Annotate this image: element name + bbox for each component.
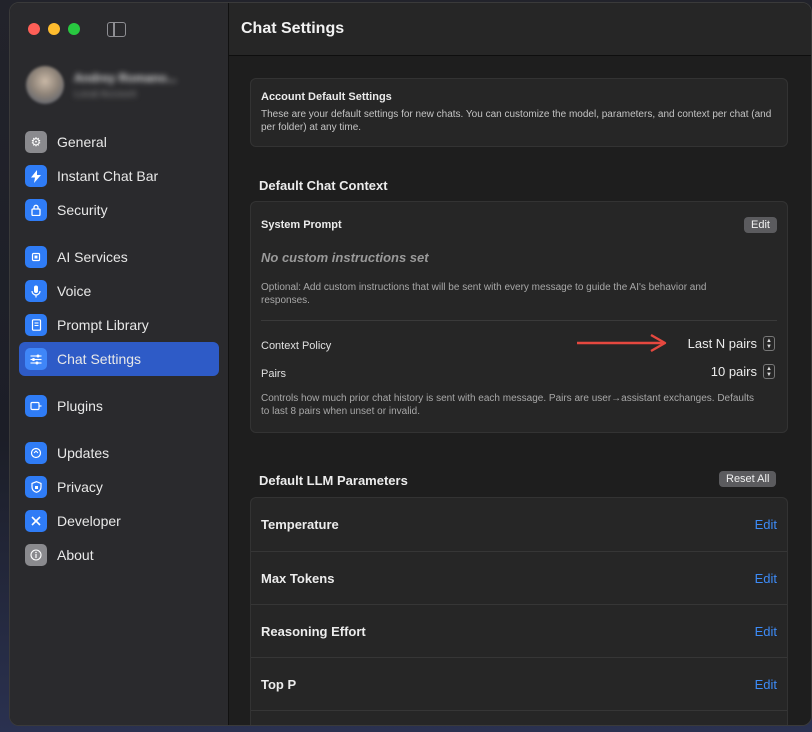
temperature-edit-link[interactable]: Edit: [755, 517, 777, 532]
bolt-icon: [25, 165, 47, 187]
param-row-temperature: Temperature Edit: [251, 498, 787, 551]
chat-context-card: System Prompt Edit No custom instruction…: [250, 201, 788, 433]
sidebar-item-chat-settings[interactable]: Chat Settings: [19, 342, 219, 376]
param-name: Temperature: [261, 517, 339, 532]
zoom-window-button[interactable]: [68, 23, 80, 35]
shield-icon: [25, 476, 47, 498]
pairs-stepper[interactable]: 10 pairs ▲ ▼: [711, 364, 775, 379]
context-policy-select[interactable]: Last N pairs ▲ ▼: [688, 336, 775, 351]
titlebar: Chat Settings: [229, 3, 811, 56]
pairs-label: Pairs: [261, 368, 287, 380]
llm-params-card: Temperature Edit Max Tokens Edit Reasoni…: [250, 497, 788, 725]
book-icon: [25, 314, 47, 336]
param-name: Max Tokens: [261, 570, 335, 586]
account-defaults-title: Account Default Settings: [261, 91, 392, 103]
sidebar-item-label: Prompt Library: [57, 317, 149, 333]
param-row-max-tokens: Max Tokens Edit: [251, 551, 787, 604]
account-defaults-card: Account Default Settings These are your …: [250, 78, 788, 147]
lock-icon: [25, 199, 47, 221]
context-policy-value: Last N pairs: [687, 336, 757, 351]
gear-icon: ⚙: [25, 131, 47, 153]
system-prompt-label: System Prompt: [261, 219, 342, 231]
minimize-window-button[interactable]: [48, 23, 60, 35]
reset-all-button[interactable]: Reset All: [719, 471, 777, 487]
account-defaults-description: These are your default settings for new …: [261, 109, 772, 133]
refresh-icon: [25, 442, 47, 464]
param-row-partial: [251, 710, 787, 725]
sidebar-item-general[interactable]: ⚙ General: [19, 125, 219, 159]
param-row-reasoning-effort: Reasoning Effort Edit: [251, 604, 787, 657]
sidebar-item-label: General: [57, 134, 107, 150]
page-title: Chat Settings: [241, 20, 345, 37]
avatar: [26, 66, 64, 104]
window-controls: [28, 23, 80, 35]
system-prompt-edit-button[interactable]: Edit: [744, 217, 777, 233]
no-instructions-text: No custom instructions set: [261, 250, 429, 265]
sidebar-toggle-icon[interactable]: [107, 22, 126, 37]
llm-params-heading: Default LLM Parameters: [259, 473, 408, 488]
sidebar-item-plugins[interactable]: Plugins: [19, 389, 219, 423]
chip-icon: [25, 246, 47, 268]
profile-subtitle: Local Account: [74, 88, 137, 100]
sidebar: Andrey Romano... Local Account ⚙ General…: [10, 3, 229, 725]
sidebar-item-label: Developer: [57, 513, 121, 529]
sidebar-item-label: About: [57, 547, 94, 563]
sidebar-item-label: Privacy: [57, 479, 103, 495]
close-window-button[interactable]: [28, 23, 40, 35]
pairs-value: 10 pairs: [710, 364, 757, 379]
plug-icon: [25, 395, 47, 417]
tools-icon: [25, 510, 47, 532]
sliders-icon: [25, 348, 47, 370]
max-tokens-edit-link[interactable]: Edit: [755, 571, 777, 586]
sidebar-item-updates[interactable]: Updates: [19, 436, 219, 470]
sidebar-item-instant-chat-bar[interactable]: Instant Chat Bar: [19, 159, 219, 193]
sidebar-item-ai-services[interactable]: AI Services: [19, 240, 219, 274]
context-policy-label: Context Policy: [261, 340, 332, 352]
reasoning-effort-edit-link[interactable]: Edit: [755, 624, 777, 639]
sidebar-item-label: Voice: [57, 283, 92, 299]
settings-scroll-area[interactable]: Account Default Settings These are your …: [229, 57, 811, 725]
sidebar-item-prompt-library[interactable]: Prompt Library: [19, 308, 219, 342]
user-profile[interactable]: Andrey Romano... Local Account: [26, 66, 177, 104]
param-name: Reasoning Effort: [261, 623, 366, 639]
sidebar-item-about[interactable]: About: [19, 538, 219, 572]
annotation-arrow-icon: [577, 333, 667, 353]
chevron-updown-icon: ▲ ▼: [763, 336, 775, 351]
sidebar-item-privacy[interactable]: Privacy: [19, 470, 219, 504]
sidebar-item-label: Instant Chat Bar: [57, 168, 159, 184]
chevron-updown-icon: ▲ ▼: [763, 364, 775, 379]
divider: [261, 320, 777, 321]
sidebar-item-label: AI Services: [57, 249, 128, 265]
microphone-icon: [25, 280, 47, 302]
context-policy-help: Controls how much prior chat history is …: [261, 393, 754, 417]
param-row-top-p: Top P Edit: [251, 657, 787, 710]
sidebar-item-voice[interactable]: Voice: [19, 274, 219, 308]
sidebar-item-label: Security: [57, 202, 108, 218]
sidebar-item-developer[interactable]: Developer: [19, 504, 219, 538]
param-name: Top P: [261, 676, 297, 692]
profile-name: Andrey Romano...: [74, 70, 177, 85]
info-icon: [25, 544, 47, 566]
settings-window: Andrey Romano... Local Account ⚙ General…: [9, 2, 812, 726]
top-p-edit-link[interactable]: Edit: [755, 677, 777, 692]
sidebar-nav: ⚙ General Instant Chat Bar Security AI S…: [19, 125, 219, 585]
sidebar-item-label: Updates: [57, 445, 110, 461]
main-panel: Chat Settings Account Default Settings T…: [229, 3, 811, 725]
chat-context-heading: Default Chat Context: [259, 178, 388, 193]
sidebar-item-label: Chat Settings: [57, 351, 142, 367]
sidebar-item-security[interactable]: Security: [19, 193, 219, 227]
system-prompt-help: Optional: Add custom instructions that w…: [261, 282, 707, 306]
sidebar-item-label: Plugins: [57, 398, 103, 414]
